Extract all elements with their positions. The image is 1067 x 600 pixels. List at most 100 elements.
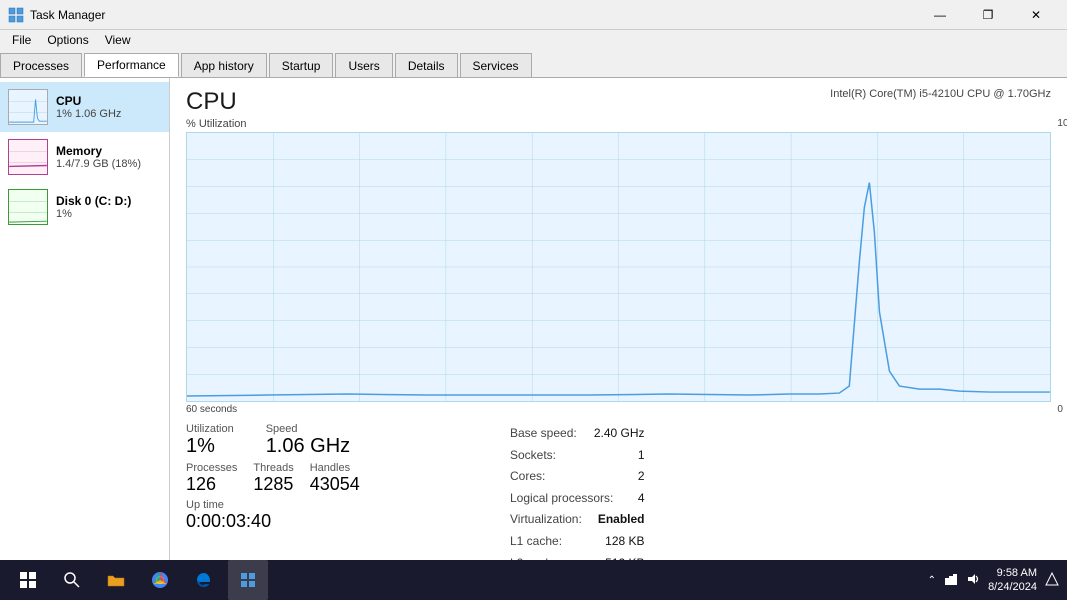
taskmanager-taskbar-icon [240, 572, 256, 588]
search-button[interactable] [52, 560, 92, 600]
menu-options[interactable]: Options [39, 31, 96, 49]
tab-details[interactable]: Details [395, 53, 458, 77]
threads-label: Threads [253, 462, 293, 474]
sockets-key: Sockets: [510, 445, 556, 467]
speed-stat-label: Speed [266, 423, 350, 435]
cpu-header: CPU Intel(R) Core(TM) i5-4210U CPU @ 1.7… [186, 88, 1051, 116]
taskbar-right: ⌃ 9:58 AM 8/24/2024 [928, 566, 1059, 595]
processes-value: 126 [186, 474, 237, 495]
base-speed-key: Base speed: [510, 423, 577, 445]
minimize-button[interactable]: — [917, 0, 963, 30]
title-bar-left: Task Manager [8, 7, 105, 23]
detail-panel: CPU Intel(R) Core(TM) i5-4210U CPU @ 1.7… [170, 78, 1067, 560]
cpu-model: Intel(R) Core(TM) i5-4210U CPU @ 1.70GHz [830, 88, 1051, 100]
cores-val: 2 [638, 466, 645, 488]
threads-value: 1285 [253, 474, 293, 495]
taskbar: ⌃ 9:58 AM 8/24/2024 [0, 560, 1067, 600]
tab-services[interactable]: Services [460, 53, 532, 77]
window-title: Task Manager [30, 8, 105, 22]
edge-icon [195, 571, 213, 589]
taskbar-time[interactable]: 9:58 AM 8/24/2024 [988, 566, 1037, 595]
search-icon [64, 572, 80, 588]
tab-processes[interactable]: Processes [0, 53, 82, 77]
sidebar-disk-text: Disk 0 (C: D:) 1% [56, 194, 161, 220]
file-explorer-button[interactable] [96, 560, 136, 600]
menu-view[interactable]: View [97, 31, 139, 49]
tray-chevron[interactable]: ⌃ [928, 575, 936, 586]
graph-area: % Utilization [186, 118, 1051, 415]
spec-row-virtualization: Virtualization: Enabled [510, 509, 645, 531]
virtualization-val: Enabled [598, 509, 645, 531]
processes-stat: Processes 126 [186, 462, 237, 495]
sockets-val: 1 [638, 445, 645, 467]
sidebar-item-disk[interactable]: Disk 0 (C: D:) 1% [0, 182, 169, 232]
spec-row-sockets: Sockets: 1 [510, 445, 645, 467]
sidebar-item-memory[interactable]: Memory 1.4/7.9 GB (18%) [0, 132, 169, 182]
threads-stat: Threads 1285 [253, 462, 293, 495]
spec-row-l2: L2 cache: 512 KB [510, 553, 645, 560]
l2-val: 512 KB [605, 553, 644, 560]
spec-row-base-speed: Base speed: 2.40 GHz [510, 423, 645, 445]
notification-button[interactable] [1045, 572, 1059, 589]
graph-label-0: 0 [1057, 404, 1067, 415]
cpu-title: CPU [186, 88, 237, 116]
menu-file[interactable]: File [4, 31, 39, 49]
volume-icon [966, 572, 980, 586]
taskmanager-icon [8, 7, 24, 23]
sidebar-disk-detail: 1% [56, 208, 161, 220]
tab-startup[interactable]: Startup [269, 53, 334, 77]
cores-key: Cores: [510, 466, 545, 488]
sidebar-memory-name: Memory [56, 144, 161, 158]
utilization-stat-label: Utilization [186, 423, 234, 435]
taskbar-left [8, 560, 268, 600]
cpu-thumbnail [8, 89, 48, 125]
l2-key: L2 cache: [510, 553, 562, 560]
folder-icon [107, 572, 125, 588]
speed-stat: Speed 1.06 GHz [266, 423, 350, 458]
tab-users[interactable]: Users [335, 53, 392, 77]
handles-value: 43054 [310, 474, 360, 495]
tab-app-history[interactable]: App history [181, 53, 267, 77]
sidebar-memory-text: Memory 1.4/7.9 GB (18%) [56, 144, 161, 170]
uptime-value: 0:00:03:40 [186, 511, 466, 532]
start-button[interactable] [8, 560, 48, 600]
network-icon [944, 572, 958, 586]
graph-label-100: 100% [1057, 118, 1067, 129]
disk-thumbnail [8, 189, 48, 225]
virtualization-key: Virtualization: [510, 509, 582, 531]
logical-processors-val: 4 [638, 488, 645, 510]
spec-row-l1: L1 cache: 128 KB [510, 531, 645, 553]
l1-key: L1 cache: [510, 531, 562, 553]
sidebar-disk-name: Disk 0 (C: D:) [56, 194, 161, 208]
title-bar: Task Manager — ❐ ✕ [0, 0, 1067, 30]
windows-icon [20, 572, 36, 588]
title-bar-controls: — ❐ ✕ [917, 0, 1059, 30]
chrome-icon [151, 571, 169, 589]
graph-time-label: 60 seconds [186, 404, 1051, 415]
chrome-button[interactable] [140, 560, 180, 600]
utilization-label: % Utilization [186, 118, 1051, 130]
menu-bar: File Options View [0, 30, 1067, 50]
taskmanager-taskbar-button[interactable] [228, 560, 268, 600]
tray-network[interactable] [944, 572, 958, 589]
edge-button[interactable] [184, 560, 224, 600]
specs-column: Base speed: 2.40 GHz Sockets: 1 Cores: 2… [490, 423, 645, 560]
sidebar-item-cpu[interactable]: CPU 1% 1.06 GHz [0, 82, 169, 132]
taskbar-date-display: 8/24/2024 [988, 580, 1037, 594]
close-button[interactable]: ✕ [1013, 0, 1059, 30]
tab-performance[interactable]: Performance [84, 53, 179, 77]
cpu-graph [186, 132, 1051, 402]
speed-stat-value: 1.06 GHz [266, 435, 350, 458]
base-speed-val: 2.40 GHz [594, 423, 645, 445]
logical-processors-key: Logical processors: [510, 488, 613, 510]
spec-row-cores: Cores: 2 [510, 466, 645, 488]
processes-label: Processes [186, 462, 237, 474]
maximize-button[interactable]: ❐ [965, 0, 1011, 30]
handles-stat: Handles 43054 [310, 462, 360, 495]
l1-val: 128 KB [605, 531, 644, 553]
sidebar-memory-detail: 1.4/7.9 GB (18%) [56, 158, 161, 170]
tab-bar: Processes Performance App history Startu… [0, 50, 1067, 78]
spec-row-logical-processors: Logical processors: 4 [510, 488, 645, 510]
tray-volume[interactable] [966, 572, 980, 589]
taskbar-time-display: 9:58 AM [988, 566, 1037, 580]
